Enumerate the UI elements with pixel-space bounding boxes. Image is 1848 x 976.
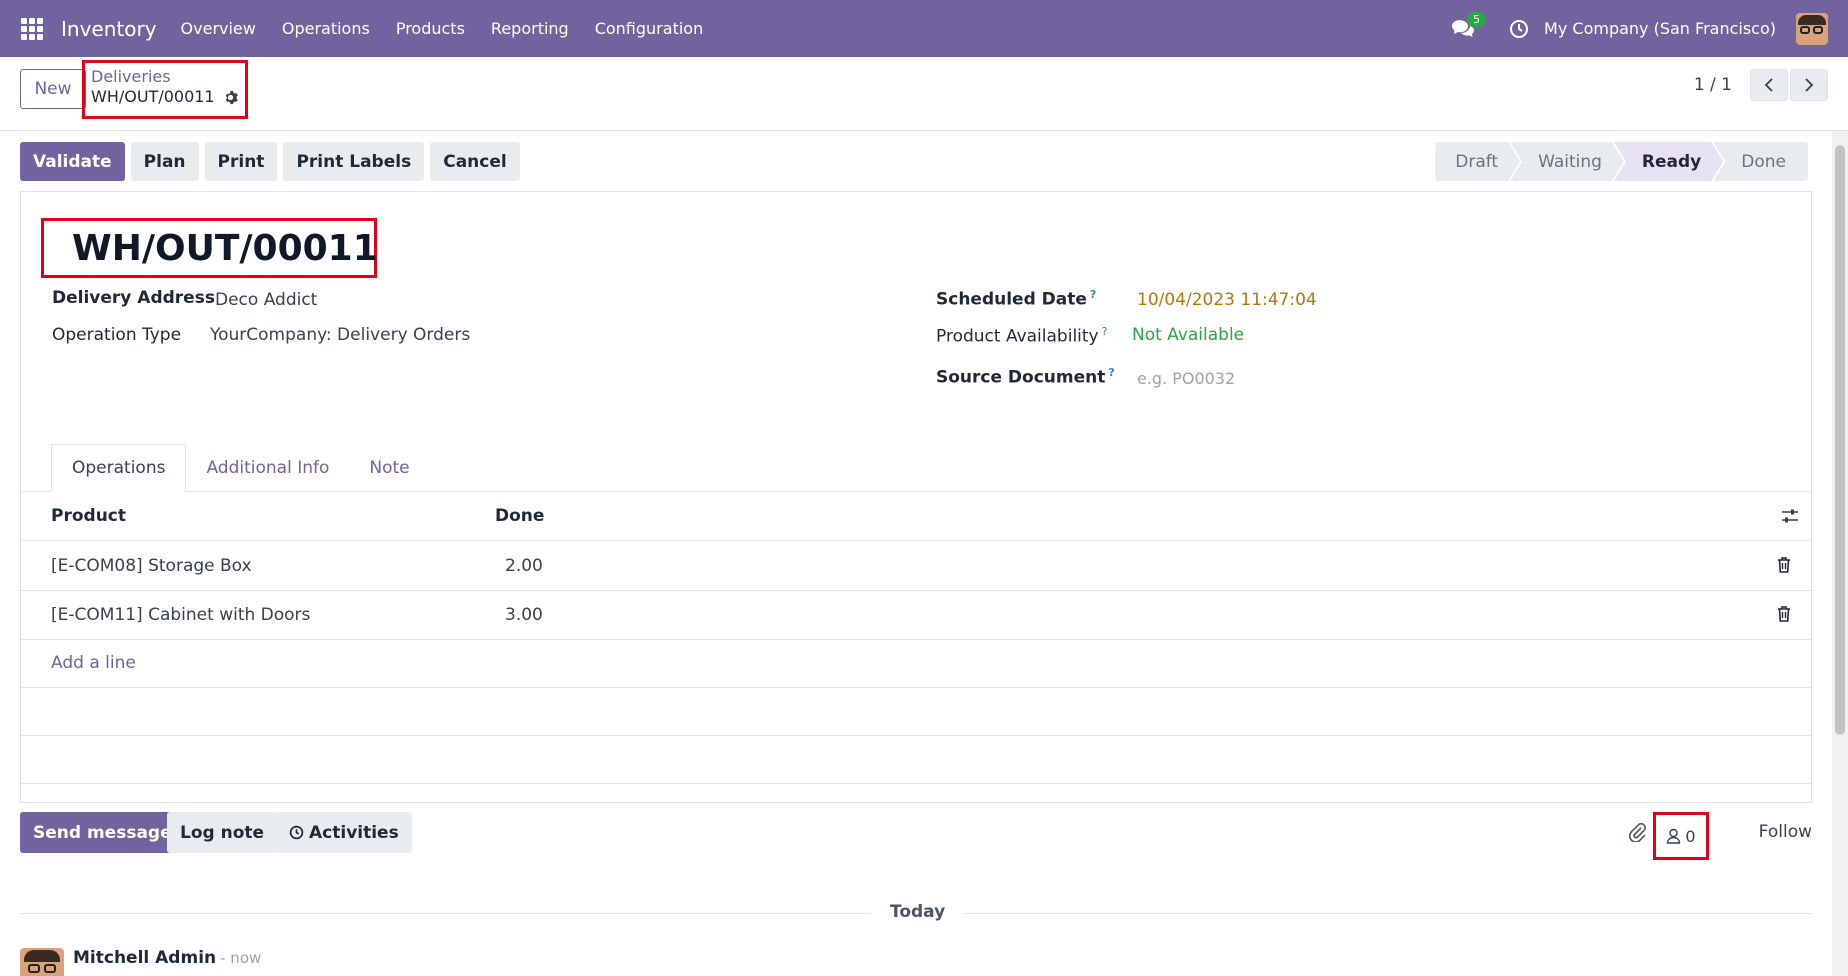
send-message-button[interactable]: Send message bbox=[20, 812, 185, 853]
column-product[interactable]: Product bbox=[51, 506, 126, 526]
tab-note[interactable]: Note bbox=[349, 444, 429, 492]
message-author: Mitchell Admin - now bbox=[73, 948, 261, 968]
menu-products[interactable]: Products bbox=[396, 19, 465, 38]
help-tooltip-icon[interactable]: ? bbox=[1090, 288, 1096, 301]
author-name[interactable]: Mitchell Admin bbox=[73, 948, 216, 968]
activities-label: Activities bbox=[309, 822, 399, 843]
clock-icon bbox=[1510, 19, 1529, 38]
scrollbar-thumb[interactable] bbox=[1835, 145, 1845, 735]
product-availability-label: Product Availability? bbox=[936, 325, 1108, 347]
apps-menu-icon[interactable] bbox=[21, 17, 43, 40]
table-header: Product Done bbox=[21, 492, 1811, 541]
tab-operations[interactable]: Operations bbox=[51, 444, 187, 492]
print-labels-button[interactable]: Print Labels bbox=[283, 142, 425, 181]
delivery-address-field[interactable]: Deco Addict bbox=[215, 290, 317, 310]
empty-row bbox=[21, 736, 1811, 784]
row-done: 3.00 bbox=[505, 605, 543, 625]
scheduled-date-label: Scheduled Date? bbox=[936, 288, 1097, 310]
follow-button[interactable]: Follow bbox=[1759, 822, 1812, 842]
menu-configuration[interactable]: Configuration bbox=[595, 19, 704, 38]
activities-button[interactable]: Activities bbox=[276, 812, 412, 853]
breadcrumb-current-label: WH/OUT/00011 bbox=[91, 87, 215, 106]
help-tooltip-icon[interactable]: ? bbox=[1108, 366, 1114, 379]
pager-previous-button[interactable] bbox=[1750, 69, 1788, 101]
plan-button[interactable]: Plan bbox=[130, 142, 199, 181]
product-availability-value: Not Available bbox=[1132, 325, 1245, 345]
operation-type-label: Operation Type bbox=[52, 325, 182, 345]
row-product: [E-COM11] Cabinet with Doors bbox=[51, 605, 311, 625]
stage-done[interactable]: Done bbox=[1713, 142, 1808, 181]
menu-operations[interactable]: Operations bbox=[282, 19, 370, 38]
messaging-button[interactable]: 5 bbox=[1448, 11, 1487, 44]
trash-icon[interactable] bbox=[1777, 606, 1791, 622]
validate-button[interactable]: Validate bbox=[20, 142, 125, 181]
operation-type-field[interactable]: YourCompany: Delivery Orders bbox=[210, 325, 470, 345]
stage-waiting[interactable]: Waiting bbox=[1510, 142, 1624, 181]
user-avatar[interactable] bbox=[1796, 12, 1828, 45]
breadcrumb-current: WH/OUT/00011 bbox=[91, 86, 239, 108]
tab-additional-info[interactable]: Additional Info bbox=[186, 444, 349, 492]
menu-reporting[interactable]: Reporting bbox=[491, 19, 569, 38]
date-separator-label: Today bbox=[870, 902, 966, 922]
table-row[interactable]: [E-COM11] Cabinet with Doors 3.00 bbox=[21, 591, 1811, 640]
author-avatar[interactable] bbox=[20, 948, 64, 976]
stage-draft[interactable]: Draft bbox=[1435, 142, 1520, 181]
record-title: WH/OUT/00011 bbox=[41, 218, 378, 278]
status-bar: Draft Waiting Ready Done bbox=[1435, 142, 1808, 181]
column-settings-icon[interactable] bbox=[1781, 508, 1799, 524]
chatter-toolbar: Send message Log note Activities 0 Follo… bbox=[20, 812, 1812, 860]
navbar-right: 5 My Company (San Francisco) bbox=[1448, 0, 1828, 57]
chevron-left-icon bbox=[1764, 78, 1773, 92]
delivery-address-label: Delivery Address bbox=[52, 288, 215, 308]
breadcrumb: Deliveries WH/OUT/00011 bbox=[82, 60, 248, 119]
print-button[interactable]: Print bbox=[204, 142, 278, 181]
record-title-text: WH/OUT/00011 bbox=[72, 227, 378, 269]
add-line-row bbox=[21, 640, 1811, 688]
breadcrumb-deliveries[interactable]: Deliveries bbox=[91, 68, 239, 86]
chat-count-badge: 5 bbox=[1467, 11, 1487, 27]
top-navbar: Inventory Overview Operations Products R… bbox=[0, 0, 1848, 57]
pager-next-button[interactable] bbox=[1790, 69, 1828, 101]
app-name[interactable]: Inventory bbox=[61, 17, 157, 41]
message-time: - now bbox=[220, 949, 262, 967]
action-bar: Validate Plan Print Print Labels Cancel bbox=[20, 142, 526, 181]
row-done: 2.00 bbox=[505, 556, 543, 576]
pager-value: 1 / 1 bbox=[1693, 75, 1732, 95]
source-document-label: Source Document? bbox=[936, 366, 1115, 388]
user-icon bbox=[1667, 828, 1681, 844]
notebook-tabs: Operations Additional Info Note bbox=[51, 444, 430, 492]
scheduled-date-field[interactable]: 10/04/2023 11:47:04 bbox=[1137, 290, 1317, 310]
log-note-button[interactable]: Log note bbox=[167, 812, 278, 853]
clock-icon bbox=[289, 825, 304, 840]
empty-row bbox=[21, 688, 1811, 736]
main-menu: Overview Operations Products Reporting C… bbox=[181, 19, 730, 38]
add-line-link[interactable]: Add a line bbox=[51, 653, 136, 673]
help-tooltip-icon[interactable]: ? bbox=[1102, 325, 1108, 338]
followers-button[interactable]: 0 bbox=[1653, 812, 1709, 860]
paperclip-icon[interactable] bbox=[1627, 822, 1647, 842]
control-panel: New Deliveries WH/OUT/00011 1 / 1 bbox=[0, 57, 1848, 131]
gear-icon[interactable] bbox=[223, 90, 238, 105]
source-document-input[interactable]: e.g. PO0032 bbox=[1137, 369, 1235, 388]
new-button[interactable]: New bbox=[20, 69, 86, 109]
followers-count: 0 bbox=[1685, 826, 1696, 846]
stage-ready[interactable]: Ready bbox=[1614, 142, 1723, 181]
form-sheet: WH/OUT/00011 Delivery Address Deco Addic… bbox=[20, 191, 1812, 803]
row-product: [E-COM08] Storage Box bbox=[51, 556, 252, 576]
pager: 1 / 1 bbox=[1694, 69, 1828, 101]
cancel-button[interactable]: Cancel bbox=[430, 142, 520, 181]
activities-button[interactable] bbox=[1508, 18, 1530, 40]
page-scrollbar[interactable] bbox=[1832, 131, 1848, 976]
chevron-right-icon bbox=[1805, 78, 1814, 92]
menu-overview[interactable]: Overview bbox=[181, 19, 256, 38]
trash-icon[interactable] bbox=[1777, 557, 1791, 573]
column-done[interactable]: Done bbox=[495, 506, 544, 526]
table-row[interactable]: [E-COM08] Storage Box 2.00 bbox=[21, 542, 1811, 591]
company-switcher[interactable]: My Company (San Francisco) bbox=[1544, 19, 1776, 38]
